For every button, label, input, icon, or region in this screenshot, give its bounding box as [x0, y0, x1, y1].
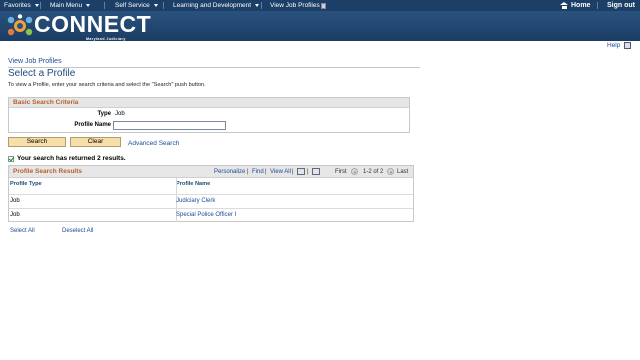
column-header-profile-type[interactable]: Profile Type [10, 179, 42, 189]
menu-learning[interactable]: Learning and Development [173, 1, 260, 10]
table-row: Job Judiciary Clerk [9, 194, 413, 208]
menu-main-menu[interactable]: Main Menu [50, 1, 91, 10]
results-message: Your search has returned 2 results. [8, 155, 126, 162]
menu-current-page[interactable]: View Job Profiles [270, 1, 326, 10]
chevron-down-icon [153, 4, 158, 7]
menu-separator [261, 2, 262, 9]
previous-icon[interactable] [351, 168, 358, 175]
personalize-link[interactable]: Personalize [214, 169, 245, 175]
menu-self-service-label: Self Service [115, 2, 150, 9]
connect-logo-text: CONNECT [34, 11, 152, 37]
home-label: Home [571, 2, 591, 9]
download-icon[interactable] [312, 168, 320, 175]
search-button[interactable]: Search [8, 137, 66, 147]
menu-learning-label: Learning and Development [173, 2, 252, 9]
check-icon [8, 155, 14, 162]
select-all-link[interactable]: Select All [10, 228, 35, 234]
page-title: Select a Profile [8, 68, 76, 79]
grid-separator: | [292, 169, 294, 175]
profile-search-results: Profile Search Results Personalize | Fin… [8, 165, 414, 222]
breadcrumb[interactable]: View Job Profiles [8, 58, 62, 65]
connect-logo-subtitle: Maryland Judiciary [86, 37, 126, 41]
menu-self-service[interactable]: Self Service [115, 1, 158, 10]
menu-separator [40, 2, 41, 9]
menu-separator [104, 2, 105, 9]
results-title: Profile Search Results [13, 168, 82, 175]
type-label: Type [97, 111, 111, 117]
sign-out-link[interactable]: Sign out [607, 1, 635, 10]
chevron-down-icon [86, 4, 91, 7]
zoom-icon[interactable] [297, 168, 305, 175]
help-bar: Help [607, 42, 632, 49]
menu-favorites-label: Favorites [4, 2, 31, 9]
grid-separator: | [247, 169, 249, 175]
page-range: 1-2 of 2 [363, 169, 384, 175]
find-link[interactable]: Find [252, 169, 264, 175]
menu-current-page-label: View Job Profiles [270, 2, 320, 9]
cell-profile-name-link[interactable]: Special Police Officer I [176, 209, 236, 222]
advanced-search-link[interactable]: Advanced Search [128, 140, 179, 147]
column-header-profile-name[interactable]: Profile Name [176, 179, 210, 189]
basic-search-header: Basic Search Criteria [9, 98, 409, 108]
cell-profile-name-link[interactable]: Judiciary Clerk [176, 195, 215, 208]
menu-separator [597, 2, 598, 9]
deselect-all-link[interactable]: Deselect All [62, 228, 93, 234]
view-all-link[interactable]: View All [270, 169, 291, 175]
menu-main-menu-label: Main Menu [50, 2, 83, 9]
next-icon[interactable] [387, 168, 394, 175]
new-window-icon[interactable] [624, 42, 632, 49]
home-link[interactable]: Home [560, 1, 590, 10]
last-label: Last [397, 169, 409, 175]
cell-profile-type: Job [10, 198, 20, 204]
chevron-down-icon [255, 4, 260, 7]
basic-search-criteria: Basic Search Criteria Type Job Profile N… [8, 97, 410, 133]
chevron-down-icon [34, 4, 39, 7]
top-menu-bar: Favorites Main Menu Self Service Learnin… [0, 0, 640, 11]
instructions-text: To view a Profile, enter your search cri… [8, 82, 206, 88]
menu-separator [163, 2, 164, 9]
menu-favorites[interactable]: Favorites [4, 1, 39, 10]
cell-profile-type: Job [10, 212, 20, 218]
type-value: Job [115, 111, 125, 117]
grid-separator: | [265, 169, 267, 175]
clear-button[interactable]: Clear [70, 137, 121, 147]
profile-name-label: Profile Name [74, 122, 111, 128]
connect-logo-icon [7, 14, 33, 36]
table-row: Job Special Police Officer I [9, 208, 413, 222]
help-link[interactable]: Help [607, 42, 620, 49]
home-icon [560, 2, 568, 9]
results-grid-header: Profile Search Results Personalize | Fin… [9, 166, 413, 178]
grid-separator: | [307, 169, 309, 175]
profile-name-input[interactable] [113, 121, 226, 130]
page-icon [320, 2, 326, 9]
results-message-text: Your search has returned 2 results. [17, 155, 126, 162]
first-label: First [335, 169, 347, 175]
